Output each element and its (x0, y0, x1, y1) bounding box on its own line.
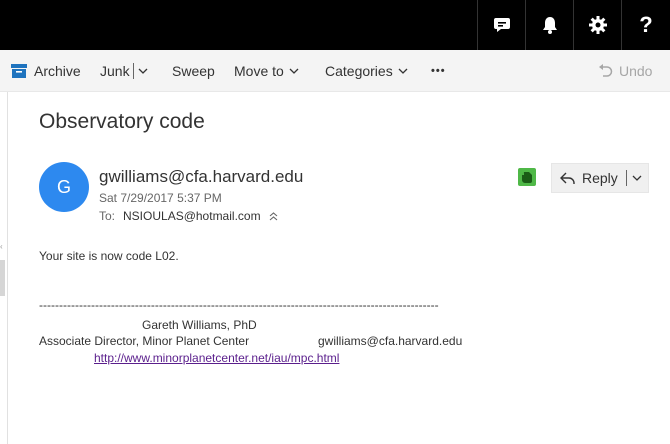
signature-divider: ----------------------------------------… (39, 298, 439, 312)
categories-button[interactable]: Categories (325, 50, 408, 92)
pane-resize-handle[interactable] (0, 260, 5, 296)
command-bar: Archive Junk Sweep Move to Categories ••… (0, 50, 670, 92)
chevron-down-icon (289, 68, 299, 74)
recipient-line: To: NSIOULAS@hotmail.com (99, 209, 278, 223)
move-to-label: Move to (234, 63, 284, 79)
archive-button[interactable]: Archive (11, 50, 81, 92)
signature-link[interactable]: http://www.minorplanetcenter.net/iau/mpc… (94, 351, 339, 365)
categories-label: Categories (325, 63, 393, 79)
undo-button[interactable]: Undo (598, 50, 652, 92)
archive-icon (11, 64, 27, 78)
to-label: To: (99, 209, 116, 223)
reply-button[interactable]: Reply (551, 163, 649, 193)
reply-icon (560, 172, 575, 185)
chat-icon[interactable] (477, 0, 525, 50)
more-options-button[interactable]: ••• (431, 50, 446, 92)
left-gutter: ‹ (0, 92, 8, 444)
junk-divider (132, 63, 134, 79)
sweep-label: Sweep (172, 63, 215, 79)
chevron-down-icon[interactable] (138, 68, 148, 74)
sender-address[interactable]: gwilliams@cfa.harvard.edu (99, 167, 303, 187)
signature-title: Associate Director, Minor Planet Center (39, 334, 250, 348)
undo-label: Undo (619, 63, 653, 79)
more-icon: ••• (431, 65, 446, 77)
reply-divider (625, 170, 627, 186)
help-glyph: ? (639, 12, 653, 37)
top-bar: ? (0, 0, 670, 50)
message-body-line: Your site is now code L02. (39, 249, 179, 263)
chevron-left-icon[interactable]: ‹ (0, 242, 3, 251)
signature-name: Gareth Williams, PhD (142, 318, 257, 332)
gear-icon[interactable] (573, 0, 621, 50)
move-to-button[interactable]: Move to (234, 50, 299, 92)
junk-button[interactable]: Junk (100, 50, 148, 92)
sender-avatar[interactable]: G (39, 162, 89, 212)
signature-email: gwilliams@cfa.harvard.edu (318, 334, 463, 348)
reply-label: Reply (582, 170, 618, 186)
recipient-address[interactable]: NSIOULAS@hotmail.com (123, 209, 261, 223)
sweep-button[interactable]: Sweep (172, 50, 215, 92)
chevron-down-icon[interactable] (632, 175, 642, 181)
bell-icon[interactable] (525, 0, 573, 50)
collapse-recipients-icon[interactable] (269, 211, 278, 221)
help-icon[interactable]: ? (621, 0, 670, 50)
undo-icon (599, 64, 613, 77)
avatar-initial: G (56, 176, 71, 197)
junk-label: Junk (100, 63, 130, 79)
archive-label: Archive (34, 63, 81, 79)
evernote-icon[interactable] (518, 168, 536, 186)
message-date: Sat 7/29/2017 5:37 PM (99, 191, 222, 205)
chevron-down-icon (398, 68, 408, 74)
message-subject: Observatory code (39, 110, 205, 133)
